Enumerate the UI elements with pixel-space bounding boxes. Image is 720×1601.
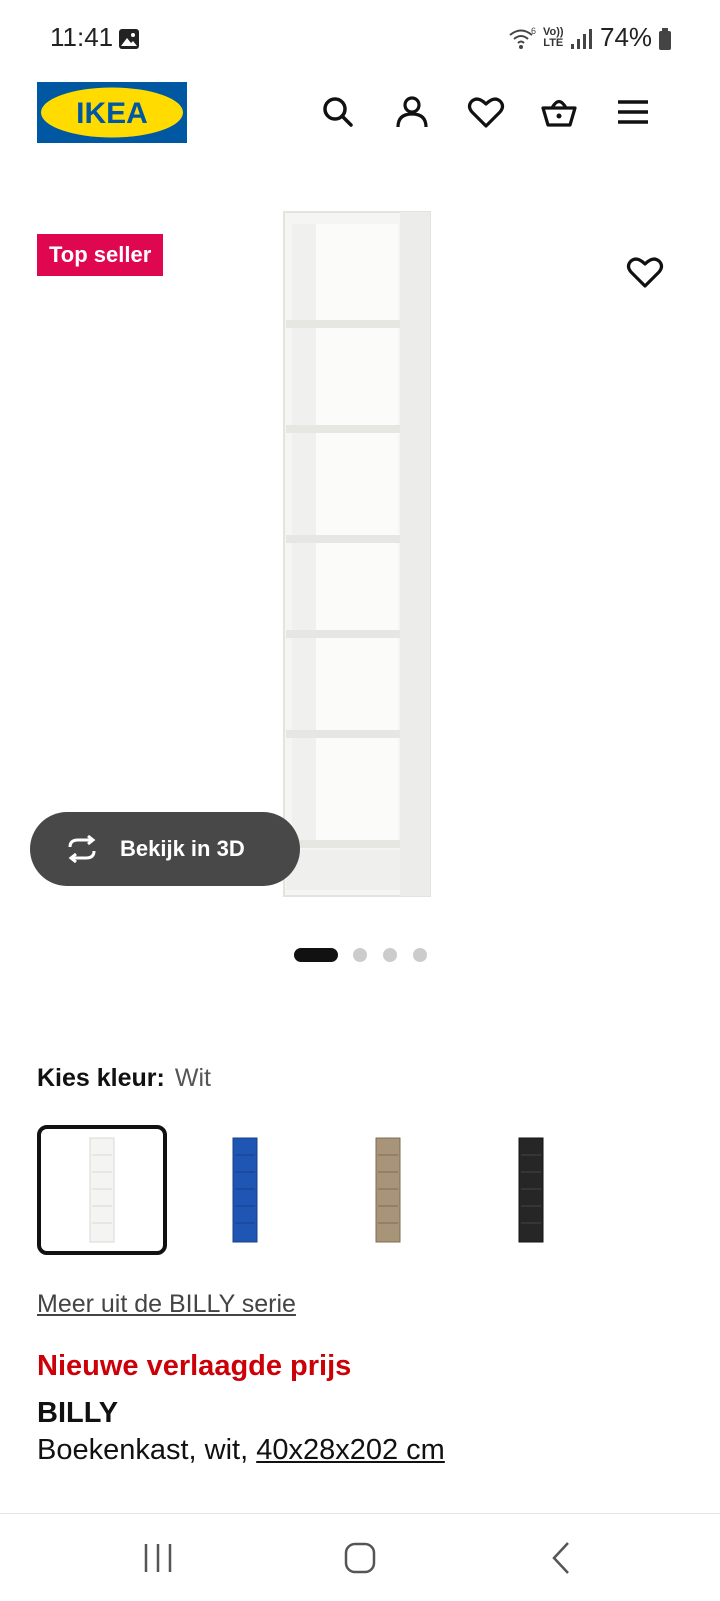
billy-series-link[interactable]: Meer uit de BILLY serie bbox=[37, 1290, 296, 1319]
svg-text:IKEA: IKEA bbox=[76, 97, 148, 130]
white-bookcase-thumbnail bbox=[89, 1137, 115, 1243]
cart-icon[interactable] bbox=[539, 92, 579, 132]
carousel-dot-4[interactable] bbox=[413, 948, 427, 962]
view-in-3d-label: Bekijk in 3D bbox=[120, 836, 245, 861]
black-bookcase-thumbnail bbox=[518, 1137, 544, 1243]
wifi-icon: 6 bbox=[509, 26, 536, 49]
color-label: Kies kleur: bbox=[37, 1064, 165, 1092]
status-bar: 11:41 6 Vo)) LTE 74% bbox=[0, 0, 720, 80]
carousel-dot-1[interactable] bbox=[294, 948, 338, 962]
color-picker-heading: Kies kleur: Wit bbox=[37, 1064, 211, 1093]
back-icon[interactable] bbox=[540, 1536, 584, 1580]
carousel-dot-3[interactable] bbox=[383, 948, 397, 962]
color-swatch-blue[interactable] bbox=[180, 1125, 310, 1255]
battery-percentage: 74% bbox=[600, 22, 653, 52]
menu-icon[interactable] bbox=[613, 92, 653, 132]
blue-bookcase-thumbnail bbox=[232, 1137, 258, 1243]
search-icon[interactable] bbox=[318, 92, 358, 132]
home-icon[interactable] bbox=[338, 1536, 382, 1580]
carousel-dot-2[interactable] bbox=[353, 948, 367, 962]
product-name: BILLY bbox=[37, 1397, 119, 1429]
view-in-3d-button[interactable]: Bekijk in 3D bbox=[30, 812, 300, 886]
image-carousel-indicator bbox=[0, 945, 720, 965]
product-image[interactable] bbox=[282, 210, 442, 900]
product-type: Boekenkast, wit, bbox=[37, 1434, 249, 1466]
product-description: Boekenkast, wit, 40x28x202 cm bbox=[37, 1434, 445, 1467]
price-reduced-label: Nieuwe verlaagde prijs bbox=[37, 1350, 352, 1382]
battery-icon bbox=[659, 28, 671, 50]
ikea-logo[interactable]: IKEA bbox=[37, 82, 187, 143]
color-swatch-white[interactable] bbox=[37, 1125, 167, 1255]
selected-color-value: Wit bbox=[174, 1064, 211, 1092]
recent-apps-icon[interactable] bbox=[136, 1536, 180, 1580]
volte-indicator: Vo)) LTE bbox=[543, 26, 564, 49]
top-seller-badge: Top seller bbox=[37, 234, 164, 276]
svg-text:6: 6 bbox=[531, 26, 536, 36]
gallery-notification-icon bbox=[119, 29, 139, 49]
system-navigation-bar bbox=[0, 1513, 720, 1601]
signal-icon bbox=[571, 29, 592, 49]
status-time: 11:41 bbox=[50, 22, 114, 52]
add-to-wishlist-icon[interactable] bbox=[625, 252, 665, 292]
rotate-3d-icon bbox=[68, 835, 96, 863]
oak-bookcase-thumbnail bbox=[375, 1137, 401, 1243]
color-swatch-black[interactable] bbox=[466, 1125, 596, 1255]
account-icon[interactable] bbox=[392, 92, 432, 132]
product-size-link[interactable]: 40x28x202 cm bbox=[256, 1434, 445, 1466]
wishlist-icon[interactable] bbox=[466, 92, 506, 132]
color-swatch-oak[interactable] bbox=[323, 1125, 453, 1255]
